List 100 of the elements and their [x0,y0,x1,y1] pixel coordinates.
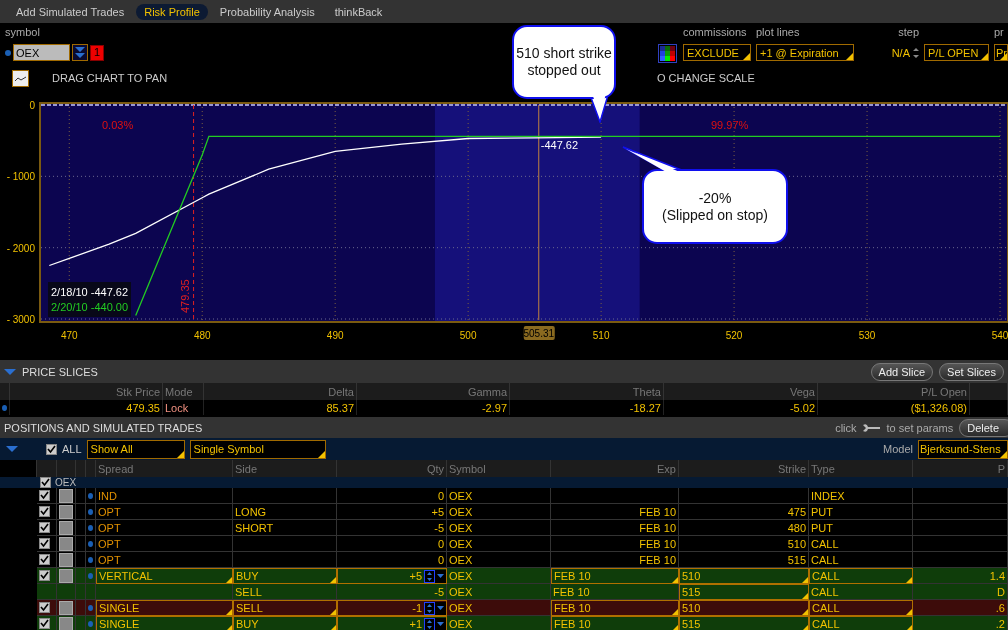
expand-arrow-icon[interactable] [6,445,18,453]
status-dot [88,604,93,611]
table-field[interactable]: FEB 10 [551,568,679,584]
header-cell [76,460,86,477]
column-header: Mode [163,383,204,400]
symbol-field[interactable]: OEX [13,44,70,61]
checkbox[interactable] [39,570,50,581]
checkbox[interactable] [39,538,50,549]
table-cell: FEB 10 [551,552,679,568]
table-field[interactable]: +5 [337,568,447,584]
table-field[interactable]: BUY [233,568,337,584]
column-header: Theta [510,383,664,400]
y-axis-label: 0 [29,100,35,111]
status-dot [88,620,93,627]
status-dot [88,508,93,515]
current-price-tag: 505.31 [523,326,555,340]
x-axis-label: 470 [60,330,78,341]
table-row[interactable]: OPT LONG +5 OEX FEB 10 475 PUT [37,504,1008,520]
table-field[interactable]: CALL [809,616,913,630]
table-field[interactable]: BUY [233,616,337,630]
checkbox[interactable] [46,443,57,455]
column-header: Side [233,460,337,477]
dropdown-icon[interactable] [72,44,88,61]
checkbox[interactable] [39,506,50,517]
model-dropdown[interactable]: Bjerksund-Stens [918,439,1008,459]
product-dropdown[interactable]: Pr [994,44,1008,61]
table-cell[interactable]: 479.35 [10,400,163,415]
checkbox[interactable] [39,618,50,629]
x-axis-label: 520 [725,330,743,341]
header-cell [37,460,57,477]
table-cell: CALL [809,584,913,600]
table-row[interactable]: VERTICAL BUY +5 OEX FEB 10 510 CALL 1.4 [37,568,1008,584]
status-dot [88,524,93,531]
column-header: Spread [96,460,233,477]
table-field[interactable]: 510 [679,600,809,616]
table-field[interactable]: -1 [337,600,447,616]
status-dot [88,572,93,579]
x-axis-label: 500 [459,330,477,341]
checkbox[interactable] [39,602,50,613]
column-header: Type [809,460,913,477]
spinner-icon[interactable] [424,601,446,615]
tab[interactable]: Add Simulated Trades [8,3,133,20]
y-axis-label: - 2000 [6,242,35,254]
table-field[interactable]: CALL [809,568,913,584]
tab[interactable]: Risk Profile [136,3,208,20]
tab[interactable]: Probability Analysis [211,3,323,20]
table-field[interactable]: FEB 10 [551,600,679,616]
table-field[interactable]: CALL [809,600,913,616]
step-value: N/A [891,46,910,59]
hint-text: DRAG CHART TO PAN [52,72,168,84]
hint-text: click [835,421,857,434]
commissions-dropdown[interactable]: EXCLUDE [683,44,751,61]
field-label: Model [883,443,913,455]
x-axis-label: 510 [592,330,610,341]
table-row[interactable]: IND 0 OEX INDEX [37,488,1008,504]
table-field[interactable]: 515 [679,584,809,600]
table-row[interactable]: SINGLE SELL -1 OEX FEB 10 510 CALL .6 [37,600,1008,616]
spinner-icon[interactable] [424,617,446,630]
table-field[interactable]: 510 [679,568,809,584]
checkbox[interactable] [39,554,50,565]
table-field[interactable]: SELL [233,600,337,616]
delete-button[interactable]: Delete [959,418,1008,437]
table-field[interactable]: 515 [679,616,809,630]
color-grid-icon[interactable] [658,44,677,63]
table-cell: SELL [233,584,337,600]
spinner-icon[interactable] [913,46,919,59]
checkbox[interactable] [39,522,50,533]
table-cell: ($1,326.08) [818,400,970,415]
spinner-icon[interactable] [424,569,446,583]
section-title: POSITIONS AND SIMULATED TRADES [4,421,203,434]
table-row[interactable]: SELL -5 OEX FEB 10 515 CALL D [37,584,1008,600]
table-row[interactable]: SINGLE BUY +1 OEX FEB 10 515 CALL .2 [37,616,1008,630]
y-axis-label: - 1000 [6,171,35,183]
chart-icon[interactable] [12,69,29,87]
table-cell: FEB 10 [551,584,679,600]
tab[interactable]: thinkBack [326,3,391,20]
table-cell: 515 [679,552,809,568]
table-field[interactable]: SINGLE [96,600,233,616]
table-row[interactable]: OPT SHORT -5 OEX FEB 10 480 PUT [37,520,1008,536]
slice-button[interactable]: Add Slice [870,362,934,381]
expand-arrow-icon[interactable] [4,367,16,376]
column-header: Vega [664,383,818,400]
table-row[interactable]: OPT 0 OEX FEB 10 515 CALL [37,552,1008,568]
hint-text: O CHANGE SCALE [657,72,755,84]
plot-lines-dropdown[interactable]: +1 @ Expiration [756,44,854,61]
table-field[interactable]: FEB 10 [551,616,679,630]
table-field[interactable]: +1 [337,616,447,630]
slice-button[interactable]: Set Slices [939,362,1004,381]
status-dot [2,404,7,411]
table-field[interactable]: SINGLE [96,616,233,630]
checkbox[interactable] [40,477,51,488]
checkbox[interactable] [39,490,50,501]
pl-mode-dropdown[interactable]: P/L OPEN [924,44,989,61]
column-header: Exp [551,460,679,477]
filter-dropdown[interactable]: Show All [86,439,185,459]
table-row[interactable]: OPT 0 OEX FEB 10 510 CALL [37,536,1008,552]
group-label: OEX [55,477,77,488]
probability-label: 0.03% [102,119,134,131]
table-field[interactable]: VERTICAL [96,568,233,584]
filter-dropdown[interactable]: Single Symbol [189,439,326,459]
